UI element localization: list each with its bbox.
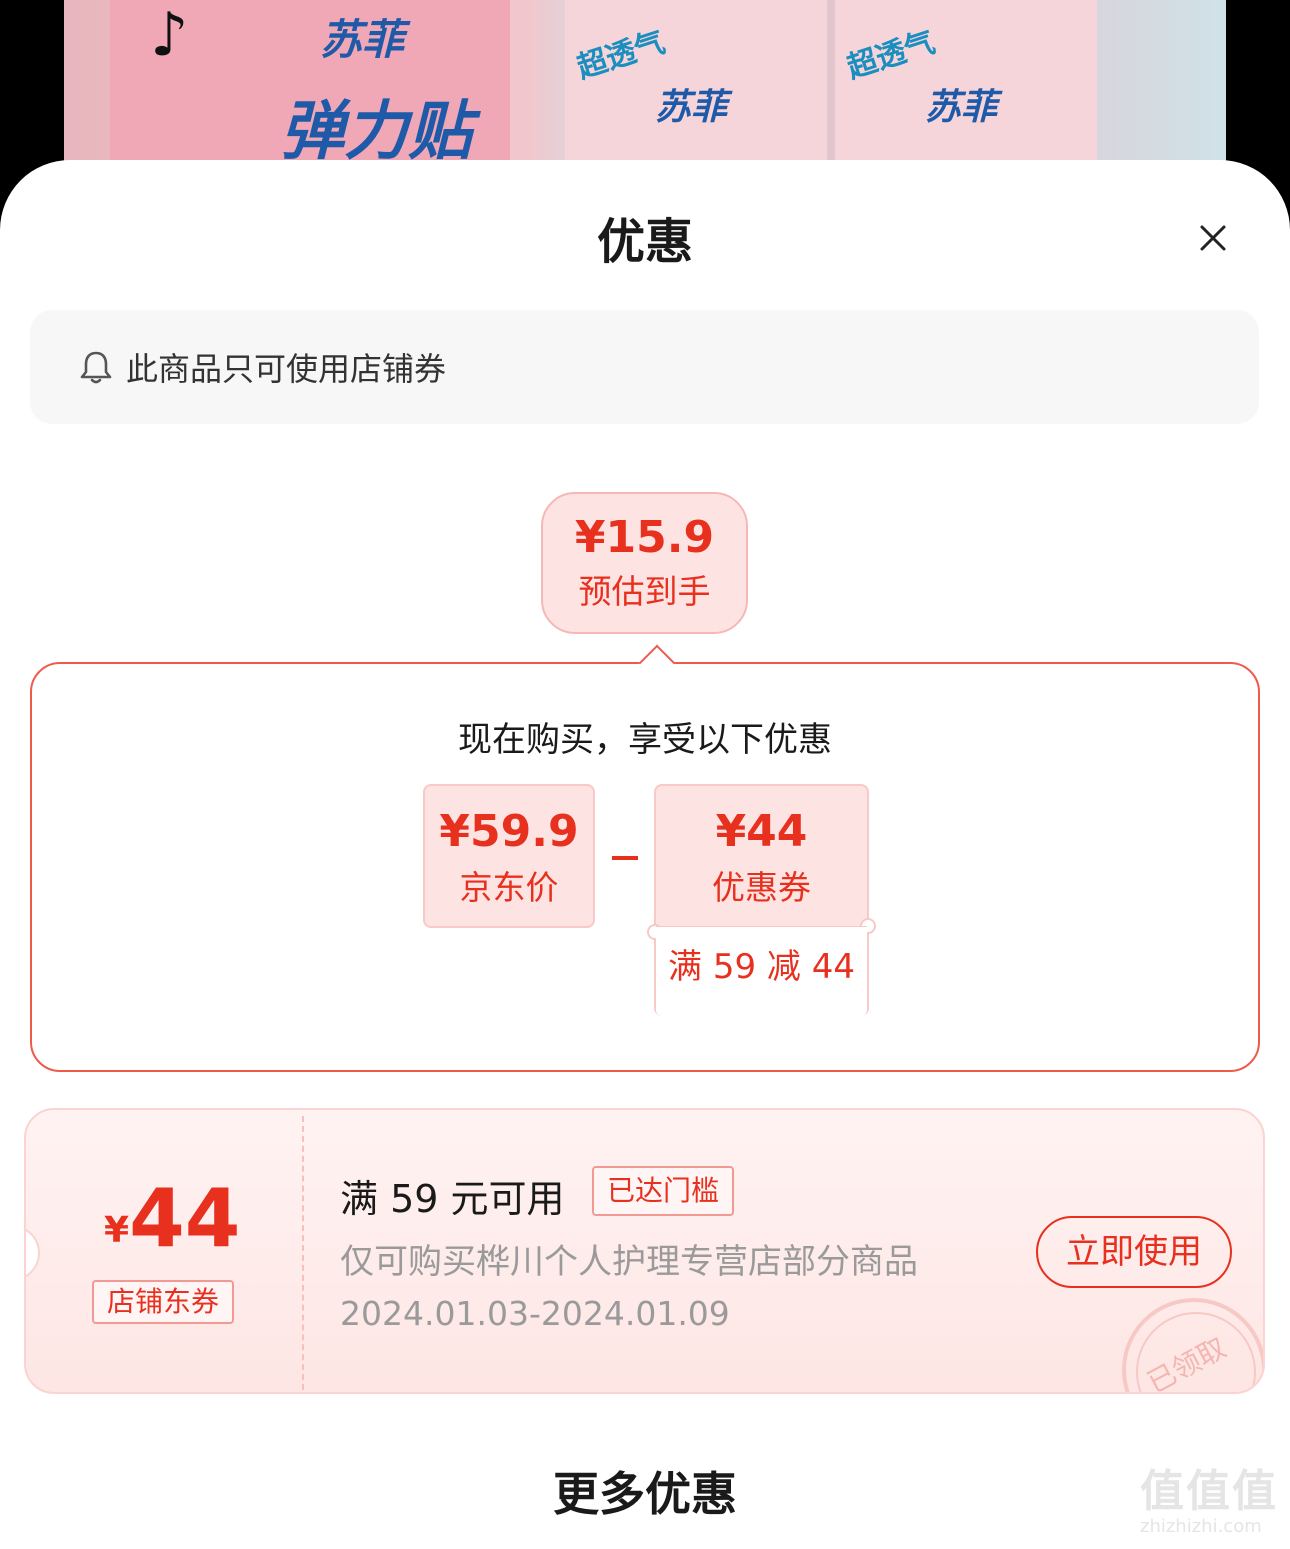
coupon-notice: 此商品只可使用店铺券 (30, 310, 1259, 424)
coupon-discount-box: ¥44 优惠券 满 59 减 44 (647, 784, 876, 1016)
brand-logo: 苏菲 (655, 86, 728, 128)
sheet-title: 优惠 (596, 214, 693, 270)
jd-price-box: ¥59.9 京东价 (423, 784, 595, 928)
discount-breakdown-panel: 现在购买，享受以下优惠 ¥59.9 京东价 ¥44 优惠券 满 59 减 44 (30, 644, 1260, 1072)
minus-sign (612, 856, 638, 860)
brand-logo: 苏菲 (925, 86, 998, 128)
estimated-price-label: 预估到手 (578, 572, 711, 611)
ticket-cutout (26, 1225, 40, 1281)
coupon-divider (302, 1116, 304, 1390)
notice-text: 此商品只可使用店铺券 (126, 350, 447, 388)
air-tag: 超透气 (842, 24, 940, 86)
watermark-url: zhizhizhi.com (1140, 1516, 1262, 1537)
coupon-condition: 满 59 减 44 (668, 947, 855, 987)
panel-pointer (638, 644, 676, 682)
close-icon[interactable] (1193, 218, 1233, 258)
coupon-validity-period: 2024.01.03-2024.01.09 (340, 1294, 730, 1333)
air-tag: 超透气 (572, 24, 670, 86)
currency-symbol: ¥ (104, 1210, 130, 1251)
coupon-type-tag: 店铺东券 (92, 1280, 234, 1324)
coupon-amount-value: 44 (129, 1172, 241, 1265)
coupon-discount-label: 优惠券 (712, 868, 811, 907)
jd-price: ¥59.9 (439, 806, 579, 857)
threshold-reached-badge: 已达门槛 (592, 1166, 734, 1216)
watermark: 值值值 zhizhizhi.com (1140, 1468, 1284, 1544)
estimated-price: ¥15.9 (574, 512, 715, 563)
brand-logo: 苏菲 (320, 15, 405, 64)
coupon-condition-text: 满 59 元可用 (340, 1177, 565, 1221)
breakdown-title: 现在购买，享受以下优惠 (458, 720, 832, 760)
watermark-logo: 值值值 (1140, 1466, 1278, 1517)
jd-price-label: 京东价 (459, 868, 559, 907)
more-discounts-heading: 更多优惠 (553, 1467, 737, 1521)
coupon-condition-area: 满 59 减 44 (656, 926, 867, 1016)
store-coupon-card[interactable]: ¥44 店铺东券 满 59 元可用 已达门槛 仅可购买桦川个人护理专营店部分商品… (24, 1108, 1265, 1394)
claimed-stamp: 已领取 (1122, 1298, 1263, 1394)
coupon-scope: 仅可购买桦川个人护理专营店部分商品 (340, 1242, 918, 1282)
coupon-amount: ¥44 (104, 1172, 240, 1265)
discount-sheet: 优惠 此商品只可使用店铺券 ¥15.9 预估到手 现在购买，享受以下优惠 ¥59… (0, 160, 1290, 1549)
music-note-icon: ♪ (150, 0, 189, 70)
coupon-discount-value: ¥44 (715, 806, 808, 857)
use-now-button[interactable]: 立即使用 (1036, 1216, 1232, 1288)
estimated-price-badge: ¥15.9 预估到手 (541, 492, 748, 634)
bell-icon (80, 351, 112, 384)
claimed-stamp-text: 已领取 (1141, 1331, 1232, 1394)
